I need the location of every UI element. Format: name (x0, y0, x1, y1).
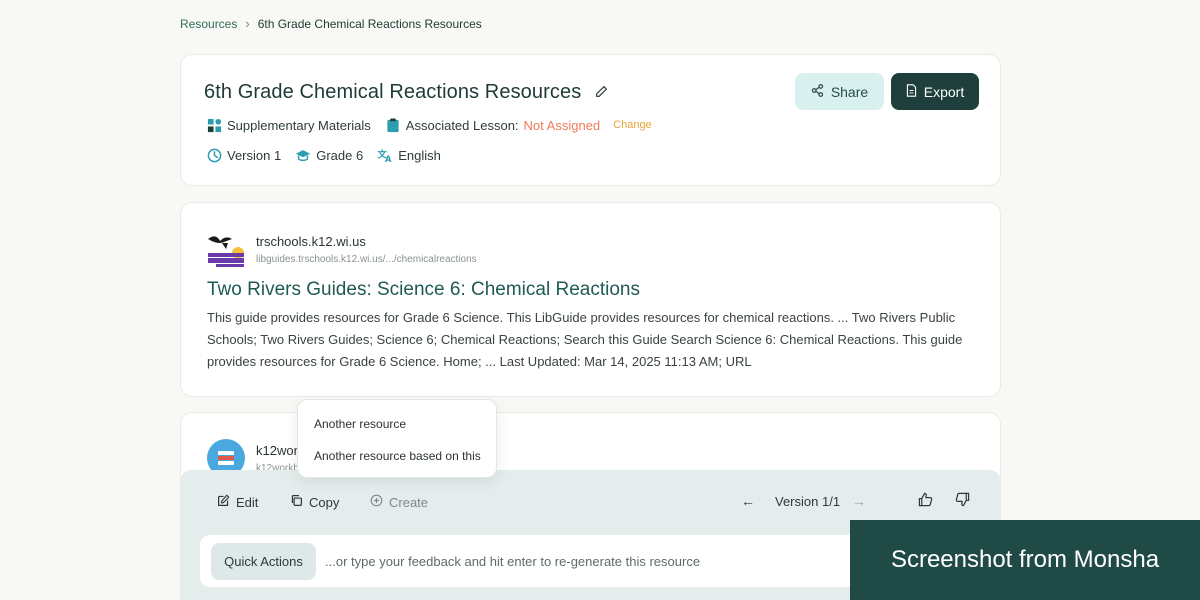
clock-icon (206, 147, 222, 163)
shapes-icon (206, 117, 222, 133)
version-label: Version 1 (227, 147, 282, 163)
translate-icon: 文A (377, 147, 393, 163)
monsha-watermark: Screenshot from Monsha (850, 520, 1200, 600)
share-label: Share (830, 83, 869, 100)
breadcrumb-current: 6th Grade Chemical Reactions Resources (257, 16, 482, 31)
search-result-card: trschools.k12.wi.us libguides.trschools.… (180, 202, 1001, 397)
export-button[interactable]: Export (891, 73, 979, 110)
version-indicator: Version 1/1 (775, 494, 841, 509)
previous-version-arrow-icon[interactable]: ← (741, 493, 755, 509)
grade-info: Grade 6 (295, 147, 363, 163)
quick-actions-button[interactable]: Quick Actions (211, 543, 316, 580)
graduation-cap-icon (295, 147, 311, 163)
breadcrumb-separator: › (245, 16, 250, 31)
breadcrumb-resources-link[interactable]: Resources (180, 17, 237, 31)
share-button[interactable]: Share (795, 73, 884, 110)
resource-header-card: 6th Grade Chemical Reactions Resources S… (180, 54, 1001, 186)
thumbs-down-icon[interactable] (955, 492, 970, 512)
plus-circle-icon (370, 494, 383, 510)
create-button[interactable]: Create (370, 494, 428, 510)
meta-row-version-grade-language: Version 1 Grade 6 文A English (206, 147, 455, 163)
title-row: 6th Grade Chemical Reactions Resources (204, 81, 608, 104)
edit-title-pencil-icon[interactable] (595, 85, 608, 101)
resource-type: Supplementary Materials (206, 117, 371, 133)
resource-type-label: Supplementary Materials (227, 117, 371, 133)
edit-button[interactable]: Edit (217, 494, 258, 510)
meta-row-type-lesson: Supplementary Materials Associated Lesso… (206, 117, 666, 133)
source-domain: trschools.k12.wi.us (256, 234, 366, 249)
result-title-link[interactable]: Two Rivers Guides: Science 6: Chemical R… (207, 279, 640, 301)
language-label: English (398, 147, 441, 163)
grade-label: Grade 6 (316, 147, 364, 163)
source-logo (206, 229, 246, 269)
edit-label: Edit (236, 494, 259, 510)
next-version-arrow-icon[interactable]: → (852, 493, 866, 509)
language-info: 文A English (377, 147, 441, 163)
share-icon (811, 83, 824, 100)
source-url[interactable]: libguides.trschools.k12.wi.us/.../chemic… (256, 254, 477, 265)
copy-label: Copy (309, 494, 340, 510)
associated-lesson-label: Associated Lesson: (405, 117, 519, 133)
lesson-status: Not Assigned (523, 117, 601, 133)
copy-icon (290, 494, 303, 510)
svg-text:A: A (385, 154, 392, 163)
feedback-input[interactable] (325, 545, 885, 577)
change-lesson-link[interactable]: Change (613, 119, 652, 131)
document-icon (906, 83, 917, 100)
export-label: Export (923, 83, 965, 100)
page-title: 6th Grade Chemical Reactions Resources (204, 81, 582, 103)
result-snippet: This guide provides resources for Grade … (207, 310, 963, 369)
associated-lesson: Associated Lesson: Not Assigned Change (385, 117, 652, 133)
menu-item-another-resource-based-on-this[interactable]: Another resource based on this (314, 449, 481, 463)
version-info: Version 1 (206, 147, 281, 163)
feedback-box: Quick Actions (200, 535, 900, 587)
edit-icon (217, 494, 230, 510)
thumbs-up-icon[interactable] (918, 492, 933, 512)
copy-button[interactable]: Copy (290, 494, 339, 510)
create-dropdown-menu: Another resource Another resource based … (297, 399, 497, 478)
breadcrumb: Resources › 6th Grade Chemical Reactions… (180, 16, 482, 31)
create-label: Create (389, 494, 429, 510)
menu-item-another-resource[interactable]: Another resource (314, 417, 406, 431)
clipboard-icon (385, 117, 401, 133)
